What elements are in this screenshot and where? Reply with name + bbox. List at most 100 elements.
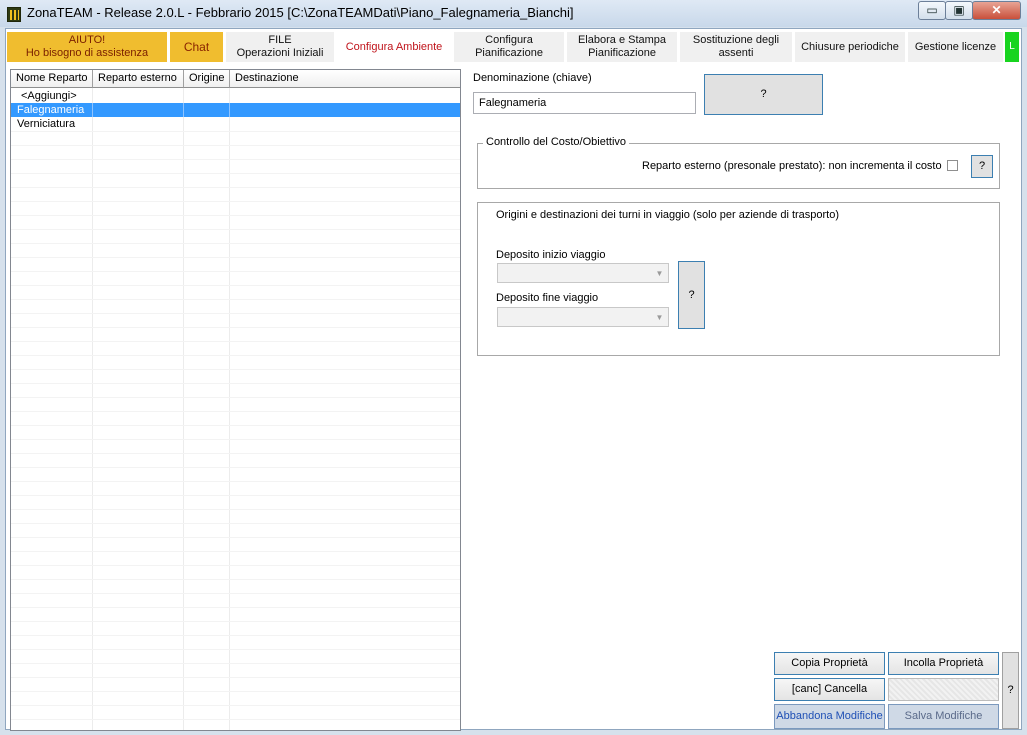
- grid-row-line: [11, 201, 460, 202]
- tab-aiuto[interactable]: AIUTO! Ho bisogno di assistenza: [7, 32, 167, 62]
- tab-label: AIUTO!: [68, 34, 106, 46]
- cell-reparto-esterno: [92, 103, 184, 117]
- grid-row-line: [11, 439, 460, 440]
- tab-chat[interactable]: Chat: [170, 32, 223, 62]
- column-header-destinazione[interactable]: Destinazione: [230, 70, 460, 88]
- grid-row-line: [11, 411, 460, 412]
- cell-nome-reparto: <Aggiungi>: [21, 90, 77, 102]
- grid-row-line: [11, 551, 460, 552]
- incolla-proprieta-button[interactable]: Incolla Proprietà: [888, 652, 999, 675]
- app-icon: [7, 7, 21, 22]
- grid-row-line: [11, 187, 460, 188]
- grid-row-line: [11, 257, 460, 258]
- tab-chiusure-periodiche[interactable]: Chiusure periodiche: [795, 32, 905, 62]
- tab-label: Chiusure periodiche: [801, 40, 899, 53]
- grid-row-line: [11, 397, 460, 398]
- license-status-indicator: L: [1005, 32, 1019, 62]
- reparti-grid[interactable]: Nome Reparto Reparto esterno Origine Des…: [10, 69, 461, 731]
- buttons-help-button[interactable]: ?: [1002, 652, 1019, 729]
- tab-configura-pianificazione[interactable]: Configura Pianificazione: [454, 32, 564, 62]
- salva-modifiche-button[interactable]: Salva Modifiche: [888, 704, 999, 729]
- column-header-reparto-esterno[interactable]: Reparto esterno: [93, 70, 184, 88]
- deposito-inizio-label: Deposito inizio viaggio: [496, 249, 606, 261]
- close-icon[interactable]: ✕: [972, 1, 1021, 20]
- deposito-inizio-select[interactable]: ▼: [497, 263, 669, 283]
- column-header-nome-reparto[interactable]: Nome Reparto: [11, 70, 93, 88]
- grid-row-line: [11, 173, 460, 174]
- grid-row-line: [11, 243, 460, 244]
- tab-sublabel: Ho bisogno di assistenza: [25, 47, 149, 59]
- grid-row-line: [11, 579, 460, 580]
- grid-row-line: [11, 621, 460, 622]
- denominazione-input[interactable]: Falegnameria: [473, 92, 696, 114]
- grid-row-line: [11, 355, 460, 356]
- grid-row-line: [11, 467, 460, 468]
- grid-row-line: [11, 327, 460, 328]
- tab-configura-ambiente[interactable]: Configura Ambiente: [337, 32, 451, 62]
- reparto-esterno-checkbox[interactable]: [947, 160, 958, 171]
- grid-row-line: [11, 677, 460, 678]
- minimize-icon[interactable]: ▭: [918, 1, 946, 20]
- column-header-origine[interactable]: Origine: [184, 70, 230, 88]
- grid-row-line: [11, 565, 460, 566]
- table-row[interactable]: Verniciatura: [11, 117, 460, 131]
- grid-row-line: [11, 229, 460, 230]
- denominazione-label: Denominazione (chiave): [473, 72, 592, 84]
- table-row[interactable]: <Aggiungi>: [11, 89, 460, 103]
- denominazione-help-button[interactable]: ?: [704, 74, 823, 115]
- copia-proprieta-button[interactable]: Copia Proprietà: [774, 652, 885, 675]
- grid-row-line: [11, 369, 460, 370]
- deposito-fine-label: Deposito fine viaggio: [496, 292, 599, 304]
- grid-row-line: [11, 495, 460, 496]
- cancella-button[interactable]: [canc] Cancella: [774, 678, 885, 701]
- column-divider: [183, 88, 184, 730]
- tab-elabora-stampa[interactable]: Elabora e Stampa Pianificazione: [567, 32, 677, 62]
- grid-row-line: [11, 313, 460, 314]
- cell-nome-reparto: Falegnameria: [17, 104, 85, 116]
- grid-row-line: [11, 159, 460, 160]
- column-divider: [92, 88, 93, 730]
- tab-sublabel: Pianificazione: [475, 47, 543, 59]
- grid-row-line: [11, 607, 460, 608]
- grid-row-line: [11, 425, 460, 426]
- tab-label: FILE: [268, 34, 292, 46]
- tab-label: Chat: [183, 39, 210, 54]
- reparto-esterno-help-button[interactable]: ?: [971, 155, 993, 178]
- grid-row-line: [11, 215, 460, 216]
- grid-row-line: [11, 523, 460, 524]
- window-title: ZonaTEAM - Release 2.0.L - Febbrario 201…: [27, 5, 574, 20]
- tab-label: Sostituzione degli: [692, 34, 780, 46]
- grid-row-line: [11, 341, 460, 342]
- grid-row-line: [11, 649, 460, 650]
- grid-row-line: [11, 593, 460, 594]
- abbandona-modifiche-button[interactable]: Abbandona Modifiche: [774, 704, 885, 729]
- grid-row-line: [11, 145, 460, 146]
- grid-row-line: [11, 719, 460, 720]
- cell-destinazione: [229, 103, 460, 117]
- grid-row-line: [11, 705, 460, 706]
- deposito-help-button[interactable]: ?: [678, 261, 705, 329]
- grid-row-line: [11, 285, 460, 286]
- tab-label: Configura: [485, 34, 533, 46]
- grid-row-line: [11, 383, 460, 384]
- deposito-fine-select[interactable]: ▼: [497, 307, 669, 327]
- tab-label: Elabora e Stampa: [577, 34, 667, 46]
- tab-sostituzione-assenti[interactable]: Sostituzione degli assenti: [680, 32, 792, 62]
- table-row-selected[interactable]: Falegnameria: [11, 103, 460, 117]
- costo-group-title: Controllo del Costo/Obiettivo: [483, 136, 630, 148]
- tab-label: Gestione licenze: [914, 40, 997, 53]
- cell-nome-reparto: Verniciatura: [17, 118, 76, 130]
- tab-gestione-licenze[interactable]: Gestione licenze: [908, 32, 1003, 62]
- chevron-down-icon: ▼: [655, 269, 664, 278]
- tab-label: Configura Ambiente: [345, 40, 443, 53]
- grid-row-line: [11, 453, 460, 454]
- tab-sublabel: Pianificazione: [588, 47, 656, 59]
- tab-file[interactable]: FILE Operazioni Iniziali: [226, 32, 334, 62]
- maximize-icon[interactable]: ▣: [945, 1, 973, 20]
- tab-sublabel: Operazioni Iniziali: [236, 47, 324, 59]
- grid-row-line: [11, 131, 460, 132]
- disabled-button: [888, 678, 999, 701]
- cell-origine: [183, 103, 230, 117]
- reparto-esterno-label: Reparto esterno (presonale prestato): no…: [642, 160, 942, 172]
- grid-row-line: [11, 299, 460, 300]
